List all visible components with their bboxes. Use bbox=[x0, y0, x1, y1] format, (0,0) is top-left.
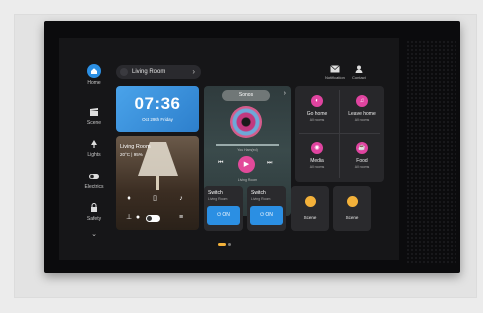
contact-button[interactable]: Contact bbox=[352, 65, 366, 80]
album-art bbox=[230, 106, 262, 138]
scene-panel: ◐ Go home All rooms ♫ Leave home All roo… bbox=[295, 86, 384, 182]
scene-button[interactable]: Scene bbox=[291, 186, 329, 231]
page-dot[interactable] bbox=[228, 243, 231, 246]
scene-sub: All rooms bbox=[354, 118, 370, 122]
switch-name: Switch bbox=[208, 190, 223, 196]
room-selector[interactable]: Living Room › bbox=[116, 65, 201, 79]
contact-label: Contact bbox=[352, 75, 366, 80]
clock-time: 07:36 bbox=[134, 94, 181, 113]
sidebar-item-label: Scene bbox=[86, 120, 102, 126]
lamp-icon bbox=[88, 138, 100, 150]
scene-media[interactable]: ◉ Media All rooms bbox=[295, 142, 339, 169]
scene-button[interactable]: Scene bbox=[333, 186, 371, 231]
scene-go-home[interactable]: ◐ Go home All rooms bbox=[295, 95, 339, 122]
sidebar-item-lights[interactable]: Lights bbox=[79, 138, 109, 158]
switch-room: Living Room bbox=[251, 197, 271, 201]
scene-name: Media bbox=[310, 158, 324, 164]
previous-icon[interactable]: ⏮ bbox=[218, 160, 223, 167]
switch-room: Living Room bbox=[208, 197, 228, 201]
sidebar-item-safety[interactable]: Safety bbox=[79, 202, 109, 222]
blind-icon[interactable]: ≡ bbox=[176, 213, 186, 223]
switch-name: Switch bbox=[251, 190, 266, 196]
music-room: Living Room bbox=[237, 178, 258, 182]
scene-sub: All rooms bbox=[309, 165, 325, 169]
sidebar-item-label: Safety bbox=[86, 216, 102, 222]
progress-bar[interactable] bbox=[216, 144, 279, 146]
chevron-right-icon[interactable]: › bbox=[284, 90, 286, 97]
person-icon bbox=[355, 65, 363, 73]
scene-food[interactable]: ☕ Food All rooms bbox=[340, 142, 384, 169]
sidebar-item-electrics[interactable]: Electrics bbox=[79, 170, 109, 190]
location-icon bbox=[120, 68, 128, 76]
page-indicator[interactable] bbox=[218, 233, 233, 251]
sidebar-item-scene[interactable]: Scene bbox=[79, 106, 109, 126]
clock-card: 07:36 Oct 29th Friday bbox=[116, 86, 199, 132]
music-source[interactable]: Sonos bbox=[222, 90, 270, 101]
media-icon: ◉ bbox=[311, 142, 323, 154]
go-home-icon: ◐ bbox=[311, 95, 323, 107]
chevron-down-icon[interactable]: ⌄ bbox=[79, 230, 109, 238]
switch-card: Switch Living Room ⏻ ON bbox=[247, 186, 286, 231]
scene-name: Leave home bbox=[348, 111, 376, 117]
next-icon[interactable]: ⏭ bbox=[267, 160, 272, 167]
room-card-title: Living Room bbox=[120, 144, 151, 150]
leave-home-icon: ♫ bbox=[356, 95, 368, 107]
food-icon: ☕ bbox=[356, 142, 368, 154]
play-button[interactable]: ▶ bbox=[238, 156, 255, 173]
music-note-icon[interactable]: ♪ bbox=[176, 194, 186, 204]
lock-icon bbox=[88, 202, 100, 214]
speaker-grille bbox=[406, 40, 456, 264]
toggle-icon bbox=[88, 170, 100, 182]
page-dot-active[interactable] bbox=[218, 243, 226, 246]
room-card-sub: 20°C | 95% bbox=[120, 152, 143, 157]
scene-name: Food bbox=[356, 158, 368, 164]
clock-date: Oct 29th Friday bbox=[142, 117, 173, 122]
switch-state: ON bbox=[222, 212, 230, 218]
panel-screen: Home Scene Lights Electrics Safety ⌄ Liv… bbox=[59, 38, 399, 260]
now-playing: You Ham(ed) bbox=[237, 148, 258, 152]
mail-icon bbox=[330, 65, 340, 73]
sidebar-item-home[interactable]: Home bbox=[79, 64, 109, 86]
scene-name: Go home bbox=[306, 111, 328, 117]
home-icon bbox=[87, 64, 101, 78]
scene-icon bbox=[304, 196, 316, 207]
bulb-icon[interactable]: ● bbox=[133, 213, 143, 223]
switch-on-button[interactable]: ⏻ ON bbox=[250, 206, 283, 225]
power-toggle[interactable] bbox=[146, 215, 160, 222]
scene-leave-home[interactable]: ♫ Leave home All rooms bbox=[340, 95, 384, 122]
room-selector-label: Living Room bbox=[132, 69, 166, 75]
ceiling-light-icon[interactable]: ♦ bbox=[124, 194, 134, 204]
scene-sub: All rooms bbox=[354, 165, 370, 169]
scene-sub: All rooms bbox=[309, 118, 325, 122]
scene-button-label: Scene bbox=[303, 215, 317, 220]
switch-on-button[interactable]: ⏻ ON bbox=[207, 206, 240, 225]
notification-label: Notification bbox=[325, 75, 345, 80]
notification-button[interactable]: Notification bbox=[325, 65, 345, 80]
scene-button-label: Scene bbox=[345, 215, 359, 220]
room-card[interactable]: Living Room 20°C | 95% ♦ ▯ ♪ ⊥ ● ≡ bbox=[116, 136, 199, 230]
sidebar-item-label: Home bbox=[87, 80, 101, 86]
switch-card: Switch Living Room ⏻ ON bbox=[204, 186, 243, 231]
sidebar-item-label: Electrics bbox=[84, 184, 104, 190]
clapper-icon bbox=[88, 106, 100, 118]
door-icon[interactable]: ▯ bbox=[150, 194, 160, 204]
scene-icon bbox=[346, 196, 358, 207]
chevron-right-icon: › bbox=[192, 67, 195, 76]
lamp-stem bbox=[156, 176, 159, 190]
sidebar-item-label: Lights bbox=[87, 152, 101, 158]
switch-state: ON bbox=[265, 212, 273, 218]
